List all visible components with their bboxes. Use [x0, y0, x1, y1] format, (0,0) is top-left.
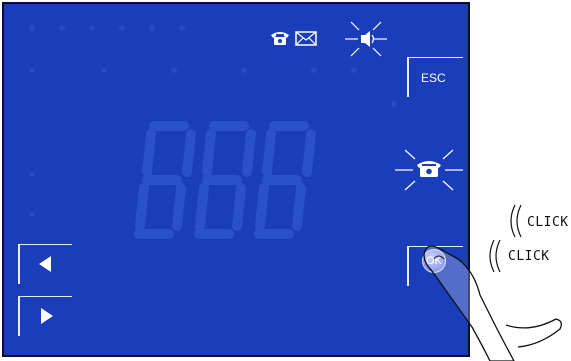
click-label-top: CLICK	[527, 215, 569, 230]
esc-button[interactable]: ESC	[407, 57, 463, 97]
touch-display: ESC OK	[2, 2, 470, 357]
right-arrow-icon	[41, 308, 53, 324]
click-motion-marks-bottom	[489, 239, 501, 273]
click-label-bottom: CLICK	[508, 249, 550, 264]
esc-label: ESC	[421, 71, 446, 85]
envelope-icon	[295, 31, 317, 46]
speaker-icon	[345, 21, 387, 57]
right-arrow-button[interactable]	[18, 296, 72, 336]
phone-icon	[271, 32, 289, 45]
phone-ringing-icon	[395, 149, 463, 191]
click-motion-marks-top	[510, 204, 522, 238]
left-arrow-button[interactable]	[18, 244, 72, 284]
left-arrow-icon	[39, 256, 51, 272]
